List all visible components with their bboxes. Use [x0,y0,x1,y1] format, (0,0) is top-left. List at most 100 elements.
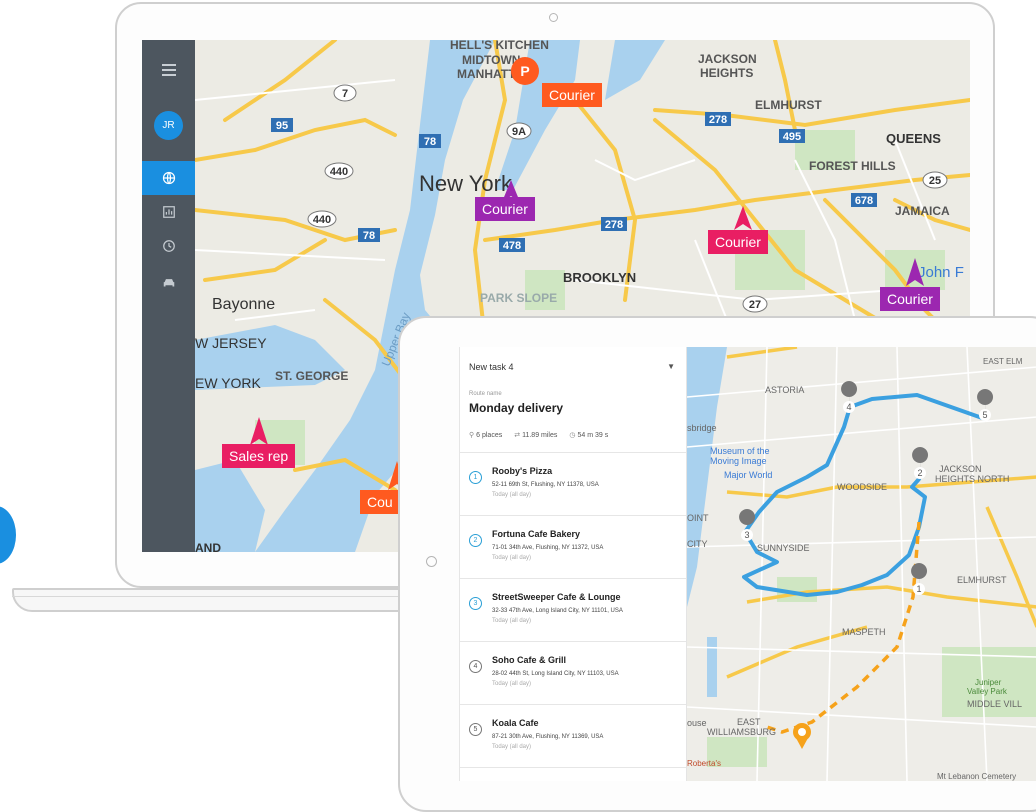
route-panel: New task 4 ▼ Route name Monday delivery … [460,347,687,781]
svg-text:4: 4 [846,402,851,412]
chevron-down-icon: ▼ [667,362,675,371]
map-place-label: ouse [687,718,707,728]
svg-text:440: 440 [313,214,331,226]
stop-address: 71-01 34th Ave, Flushing, NY 11372, USA [492,545,604,551]
stop-number-badge: 5 [469,723,482,736]
stop-list-item[interactable]: 3 StreetSweeper Cafe & Lounge 32-33 47th… [460,578,686,642]
svg-text:25: 25 [929,175,941,187]
svg-text:5: 5 [982,410,987,420]
map-place-label: FOREST HILLS [809,159,896,173]
stop-list-item[interactable]: 4 Soho Cafe & Grill 28-02 44th St, Long … [460,641,686,705]
map-place-label: W JERSEY [195,335,267,351]
decorative-blue-dot [0,506,16,564]
courier-marker-label[interactable]: Courier [880,287,940,311]
map-place-label: WILLIAMSBURG [707,727,776,737]
sidebar-item-map[interactable] [142,161,195,195]
stop-number-badge: 3 [469,597,482,610]
map-place-label: WOODSIDE [837,482,887,492]
stop-list-item[interactable]: 5 Koala Cafe 87-21 30th Ave, Flushing, N… [460,704,686,768]
map-place-label: JAMAICA [895,204,950,218]
map-place-label: Major World [724,470,772,480]
route-icon: ⇄ [514,432,521,439]
svg-text:95: 95 [276,120,288,132]
map-place-label: PARK SLOPE [480,291,557,305]
courier-marker-label[interactable]: Cou [360,490,400,514]
highway-shield: 25 [922,171,948,189]
courier-marker-label[interactable]: Courier [475,197,535,221]
map-place-label: BROOKLYN [563,270,636,285]
timer-icon: ◷ [569,432,576,439]
highway-shield: 7 [333,84,357,102]
svg-text:495: 495 [783,131,801,143]
route-distance: 11.89 miles [522,432,558,439]
sidebar-item-vehicles[interactable] [142,266,195,300]
map-place-label: MIDDLE VILL [967,699,1022,709]
sidebar-item-reports[interactable] [142,195,195,229]
highway-shield: 278 [705,112,731,126]
map-place-label: JACKSON [698,52,757,66]
globe-icon [162,171,175,185]
stop-list-item[interactable] [460,767,686,781]
map-place-label: Bayonne [212,296,275,313]
user-avatar[interactable]: JR [154,111,183,140]
clock-icon [162,240,175,252]
sidebar-item-history[interactable] [142,229,195,263]
stop-time: Today (all day) [492,681,532,687]
report-icon [162,206,175,218]
route-name-caption: Route name [469,391,502,397]
highway-shield: 27 [742,295,768,313]
task-select[interactable]: New task 4 ▼ [469,362,679,378]
route-name[interactable]: Monday delivery [469,401,563,415]
map-place-label: Juniper [975,678,1002,687]
map-place-label: JACKSON [939,464,982,474]
highway-shield: 478 [499,238,525,252]
svg-text:P: P [520,63,529,79]
stop-list-item[interactable]: 2 Fortuna Cafe Bakery 71-01 34th Ave, Fl… [460,515,686,579]
sales-rep-marker-label[interactable]: Sales rep [222,444,296,468]
stop-address: 28-02 44th St, Long Island City, NY 1110… [492,671,619,677]
hamburger-menu-icon[interactable] [162,64,176,79]
map-place-label: ASTORIA [765,385,804,395]
highway-shield: 9A [506,122,532,140]
svg-text:678: 678 [855,195,873,207]
svg-text:7: 7 [342,88,348,100]
map-place-label: Moving Image [710,456,767,466]
svg-text:3: 3 [744,530,749,540]
map-place-label: AND [195,541,221,552]
stop-time: Today (all day) [492,618,532,624]
laptop-camera [549,13,558,22]
highway-shield: 95 [271,118,293,132]
pin-icon: ⚲ [469,432,475,439]
stop-list-item[interactable]: 1 Rooby's Pizza 52-11 69th St, Flushing,… [460,452,686,516]
highway-shield: 440 [324,162,354,180]
svg-text:78: 78 [363,230,375,242]
map-place-label: EAST ELM [983,357,1023,366]
tablet-screen: New task 4 ▼ Route name Monday delivery … [459,347,1036,781]
map-place-label: HELL'S KITCHEN [450,40,549,52]
places-count: 6 places [476,432,503,439]
courier-marker-label[interactable]: Courier [708,230,768,254]
map-place-label: Valley Park [967,687,1008,696]
highway-shield: 678 [851,193,877,207]
map-place-label: OINT [687,513,709,523]
sidebar: JR [142,40,195,552]
stop-name: Koala Cafe [492,718,539,728]
stop-address: 87-21 30th Ave, Flushing, NY 11369, USA [492,734,604,740]
map-place-label: MASPETH [842,627,886,637]
courier-marker-label[interactable]: Courier [542,83,602,107]
map-place-label: EW YORK [195,375,262,391]
map-place-label: Museum of the [710,446,770,456]
map-place-label: EAST [737,717,761,727]
highway-shield: 78 [419,134,441,148]
svg-text:78: 78 [424,136,436,148]
stop-time: Today (all day) [492,744,532,750]
stop-name: Soho Cafe & Grill [492,655,567,665]
stop-time: Today (all day) [492,492,532,498]
stop-number-badge: 1 [469,471,482,484]
map-place-label: HEIGHTS [700,66,753,80]
map-place-label: sbridge [687,423,717,433]
route-duration: 54 m 39 s [577,432,609,439]
route-stats: ⚲ 6 places ⇄ 11.89 miles ◷ 54 m 39 s [469,431,608,439]
route-map[interactable]: 1 2 3 4 5 EAST ELM ASTORIA sbridge Museu… [687,347,1036,781]
stop-address: 32-33 47th Ave, Long Island City, NY 111… [492,608,623,614]
